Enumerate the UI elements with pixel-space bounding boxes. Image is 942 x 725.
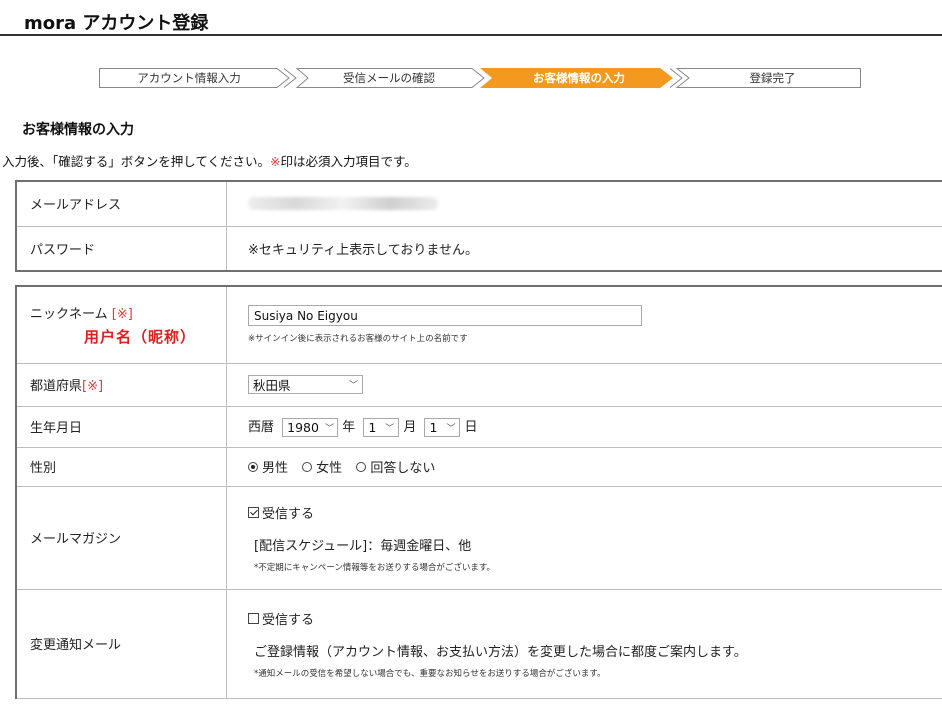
email-label: メールアドレス xyxy=(15,180,227,227)
month-select[interactable]: 1 ﹀ xyxy=(363,418,400,437)
change-notice-label: 変更通知メール xyxy=(15,588,227,699)
nickname-value-cell: ※サインイン後に表示されるお客様のサイト上の名前です xyxy=(226,285,942,364)
customer-form-table: ニックネーム [※] 用户名（昵称） ※サインイン後に表示されるお客様のサイト上… xyxy=(15,285,942,699)
change-notice-desc: ご登録情報（アカウント情報、お支払い方法）を変更した場合に都度ご案内します。 xyxy=(254,644,747,660)
password-value: ※セキュリティ上表示しておりません。 xyxy=(226,225,942,272)
gender-radio-female[interactable]: 女性 xyxy=(302,457,342,476)
checkbox-checked-icon xyxy=(248,506,259,518)
gender-label: 性別 xyxy=(15,446,227,487)
era-label: 西暦 xyxy=(248,420,275,435)
magazine-label: メールマガジン xyxy=(15,485,227,590)
radio-label: 女性 xyxy=(316,461,343,476)
radio-empty-icon xyxy=(302,461,313,472)
step-customer-info: お客様情報の入力 xyxy=(489,68,669,88)
magazine-checkbox[interactable]: 受信する xyxy=(248,503,314,522)
prefecture-label: 都道府県 xyxy=(30,379,83,394)
day-unit: 日 xyxy=(464,420,478,435)
instruction-before: 入力後、「確認する」ボタンを押してください。 xyxy=(2,154,271,169)
change-notice-value-cell: 受信する ご登録情報（アカウント情報、お支払い方法）を変更した場合に都度ご案内し… xyxy=(226,588,942,699)
page-header: mora アカウント登録 xyxy=(0,0,942,36)
nickname-label: ニックネーム xyxy=(30,306,108,322)
checkbox-label: 受信する xyxy=(262,506,315,522)
nickname-annotation: 用户名（昵称） xyxy=(84,327,197,346)
table-row: 性別 男性 女性 回答しない xyxy=(15,446,942,487)
month-unit: 月 xyxy=(403,420,417,435)
table-row: 生年月日 西暦 1980 ﹀ 年 1 ﹀ 月 1 ﹀ 日 xyxy=(15,405,942,448)
radio-selected-icon xyxy=(248,461,258,472)
email-value xyxy=(226,180,942,227)
change-notice-checkbox[interactable]: 受信する xyxy=(248,609,314,628)
table-row: 都道府県[※] 秋田県 ﹀ xyxy=(15,362,942,407)
step-label: 受信メールの確認 xyxy=(343,71,435,85)
nickname-input[interactable] xyxy=(248,305,642,327)
instruction-after: 印は必須入力項目です。 xyxy=(280,154,417,169)
prefecture-label-cell: 都道府県[※] xyxy=(15,362,227,407)
table-row: メールアドレス xyxy=(15,180,942,227)
step-label: 登録完了 xyxy=(749,71,796,85)
year-unit: 年 xyxy=(342,420,356,435)
required-mark: ※ xyxy=(270,154,281,169)
day-select[interactable]: 1 ﹀ xyxy=(424,418,461,437)
year-value: 1980 xyxy=(287,420,319,435)
chevron-down-icon: ﹀ xyxy=(324,424,334,434)
prefecture-value: 秋田県 xyxy=(253,378,291,393)
birthdate-value-cell: 西暦 1980 ﹀ 年 1 ﹀ 月 1 ﹀ 日 xyxy=(226,405,942,448)
nickname-note: ※サインイン後に表示されるお客様のサイト上の名前です xyxy=(248,334,468,345)
change-notice-note: *通知メールの受信を希望しない場合でも、重要なお知らせをお送りする場合がございま… xyxy=(254,668,606,679)
gender-radio-no-answer[interactable]: 回答しない xyxy=(356,457,435,476)
account-info-table: メールアドレス パスワード ※セキュリティ上表示しておりません。 xyxy=(15,180,942,272)
chevron-down-icon: ﹀ xyxy=(385,424,395,434)
step-mail-confirm: 受信メールの確認 xyxy=(299,68,479,88)
radio-label: 回答しない xyxy=(370,461,436,476)
table-row: パスワード ※セキュリティ上表示しておりません。 xyxy=(15,225,942,272)
checkbox-empty-icon xyxy=(248,612,259,624)
page-title: mora アカウント登録 xyxy=(24,13,209,34)
chevron-down-icon: ﹀ xyxy=(348,381,358,391)
section-title: お客様情報の入力 xyxy=(22,122,134,138)
day-value: 1 xyxy=(429,420,438,435)
step-account-info: アカウント情報入力 xyxy=(99,68,279,88)
table-row: メールマガジン 受信する [配信スケジュール]：毎週金曜日、他 *不定期にキャン… xyxy=(15,485,942,590)
progress-steps: アカウント情報入力 受信メールの確認 お客様情報の入力 登録完了 xyxy=(99,68,861,88)
prefecture-select[interactable]: 秋田県 ﹀ xyxy=(248,375,363,394)
magazine-note: *不定期にキャンペーン情報等をお送りする場合がございます。 xyxy=(254,562,495,573)
required-mark: [※] xyxy=(82,379,104,394)
blurred-email xyxy=(248,197,438,211)
magazine-value-cell: 受信する [配信スケジュール]：毎週金曜日、他 *不定期にキャンペーン情報等をお… xyxy=(226,485,942,590)
nickname-label-cell: ニックネーム [※] 用户名（昵称） xyxy=(15,285,227,364)
checkbox-label: 受信する xyxy=(262,612,315,628)
month-value: 1 xyxy=(368,420,377,435)
year-select[interactable]: 1980 ﹀ xyxy=(282,418,339,437)
step-label: アカウント情報入力 xyxy=(137,71,241,85)
birthdate-label: 生年月日 xyxy=(15,405,227,448)
required-mark: [※] xyxy=(111,306,133,322)
instruction-text: 入力後、「確認する」ボタンを押してください。※印は必須入力項目です。 xyxy=(2,151,417,170)
step-label: お客様情報の入力 xyxy=(533,71,625,85)
gender-value-cell: 男性 女性 回答しない xyxy=(226,446,942,487)
password-label: パスワード xyxy=(15,225,227,272)
radio-empty-icon xyxy=(356,461,367,472)
table-row: ニックネーム [※] 用户名（昵称） ※サインイン後に表示されるお客様のサイト上… xyxy=(15,285,942,364)
radio-label: 男性 xyxy=(262,461,289,476)
magazine-schedule: [配信スケジュール]：毎週金曜日、他 xyxy=(254,538,472,554)
prefecture-value-cell: 秋田県 ﹀ xyxy=(226,362,942,407)
table-row: 変更通知メール 受信する ご登録情報（アカウント情報、お支払い方法）を変更した場… xyxy=(15,588,942,699)
step-complete: 登録完了 xyxy=(684,68,861,88)
chevron-down-icon: ﹀ xyxy=(446,424,456,434)
gender-radio-male[interactable]: 男性 xyxy=(248,457,288,476)
